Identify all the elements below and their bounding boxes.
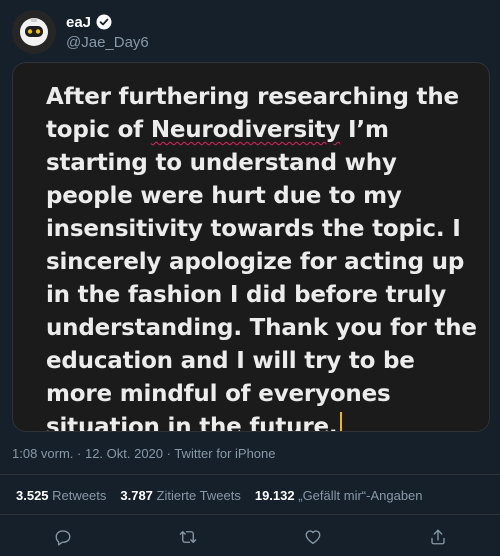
avatar[interactable] [12, 10, 56, 54]
avatar-image [12, 10, 56, 54]
misspelled-word: Neurodiversity [150, 117, 341, 143]
retweets-count: 3.525 [16, 488, 49, 503]
reply-button[interactable] [48, 522, 78, 552]
quotes-count: 3.787 [120, 488, 153, 503]
text-line: more mindful of everyones [46, 381, 391, 407]
action-bar [0, 522, 500, 552]
reply-icon [55, 530, 70, 546]
tweet-image[interactable]: After furthering researching the topic o… [12, 62, 490, 432]
likes-count: 19.132 [254, 488, 295, 503]
quotes-label: Zitierte Tweets [156, 488, 241, 503]
likes-label: „Gefällt mir“-Angaben [298, 488, 423, 503]
story-text: After furthering researching the topic o… [46, 81, 477, 432]
text-fragment: situation in the future. [46, 414, 338, 432]
text-line: topic of Neurodiversity I’m [46, 114, 466, 147]
engagement-stats: 3.525 Retweets 3.787 Zitierte Tweets 19.… [16, 488, 423, 503]
retweet-button[interactable] [173, 522, 203, 552]
quotes-stat[interactable]: 3.787 Zitierte Tweets [120, 488, 240, 503]
text-line: After furthering researching the [46, 84, 459, 110]
share-icon [430, 529, 445, 545]
text-line: situation in the future. [46, 411, 466, 432]
text-fragment: topic of [46, 117, 143, 143]
share-button[interactable] [423, 522, 453, 552]
retweets-label: Retweets [52, 488, 107, 503]
likes-stat[interactable]: 19.132 „Gefällt mir“-Angaben [255, 488, 423, 503]
tweet-timestamp[interactable]: 1:08 vorm. · 12. Okt. 2020 · Twitter for… [12, 446, 276, 461]
handle[interactable]: @Jae_Day6 [66, 34, 149, 51]
like-icon [305, 530, 320, 545]
display-name[interactable]: eaJ [66, 14, 91, 31]
like-button[interactable] [298, 522, 328, 552]
tweet-header: eaJ @Jae_Day6 [12, 10, 488, 54]
divider [0, 514, 500, 515]
text-line: understanding. Thank you for the [46, 315, 477, 341]
author-info: eaJ @Jae_Day6 [66, 12, 149, 52]
text-cursor [340, 412, 343, 431]
text-line: education and I will try to be [46, 348, 415, 374]
retweets-stat[interactable]: 3.525 Retweets [16, 488, 106, 503]
text-line: people were hurt due to my [46, 183, 402, 209]
text-fragment: I’m [348, 117, 389, 143]
retweet-icon [179, 531, 196, 543]
text-line: starting to understand why [46, 150, 397, 176]
verified-badge-icon [96, 14, 112, 30]
text-line: insensitivity towards the topic. I [46, 216, 461, 242]
text-line: sincerely apologize for acting up [46, 249, 465, 275]
text-line: in the fashion I did before truly [46, 282, 447, 308]
divider [0, 474, 500, 475]
